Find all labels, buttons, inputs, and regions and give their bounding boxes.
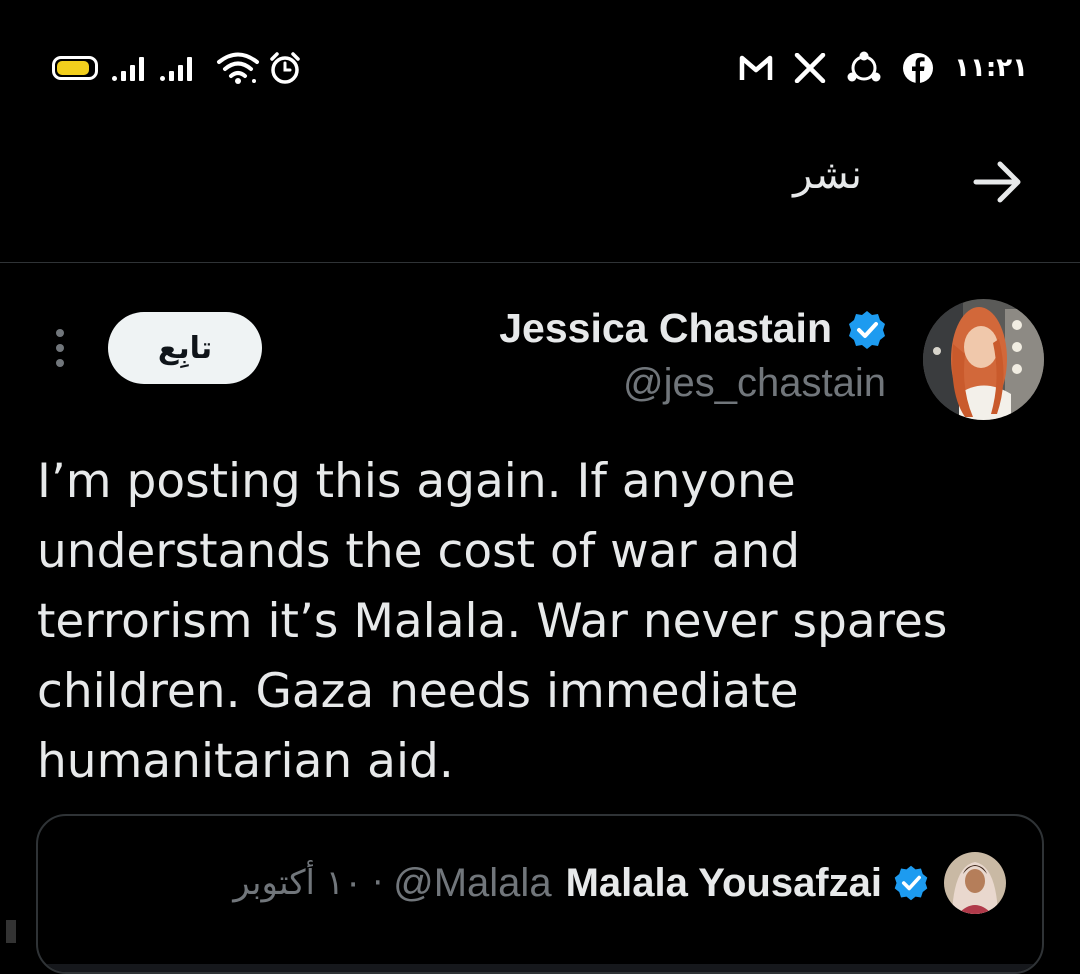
battery-fill: [57, 61, 90, 75]
follow-button[interactable]: تابِع: [108, 312, 262, 384]
author-handle[interactable]: @jes_chastain: [623, 361, 886, 406]
arrow-right-icon: [973, 161, 1021, 203]
page-title: نشر: [793, 152, 862, 198]
quoted-tweet-media-edge: [38, 964, 1042, 972]
tweet-text: I’m posting this again. If anyone unders…: [37, 454, 948, 789]
signal-icon: [112, 55, 148, 81]
quoted-tweet-author-name: Malala Yousafzai: [565, 860, 882, 905]
status-right: ١١:٢١: [738, 46, 1028, 90]
top-header: نشر: [0, 130, 1080, 263]
quoted-tweet-handle: @Malala: [393, 860, 552, 905]
status-time: ١١:٢١: [954, 53, 1028, 83]
back-button[interactable]: [968, 152, 1028, 212]
more-vertical-icon[interactable]: [46, 326, 74, 370]
quoted-tweet-separator: ·: [372, 863, 384, 903]
facebook-icon: [902, 52, 934, 84]
verified-badge-icon: [849, 311, 885, 349]
battery-icon: [52, 56, 98, 80]
status-left: [52, 48, 302, 88]
author-name[interactable]: Jessica Chastain: [499, 305, 832, 352]
quoted-tweet-avatar: [944, 852, 1006, 914]
x-icon: [794, 53, 826, 83]
quoted-tweet-date: ١٠ أكتوبر: [233, 863, 363, 903]
avatar[interactable]: [923, 299, 1044, 420]
wifi-icon: [216, 51, 260, 85]
status-bar: ١١:٢١: [0, 0, 1080, 130]
alarm-icon: [268, 51, 302, 85]
quoted-tweet-card[interactable]: ١٠ أكتوبر · @Malala Malala Yousafzai: [36, 814, 1044, 974]
share-icon: [846, 51, 882, 85]
gmail-icon: [738, 53, 774, 83]
signal-icon: [160, 55, 196, 81]
scroll-edge-indicator: [6, 920, 16, 943]
verified-badge-icon: [894, 865, 928, 901]
quoted-tweet-header: ١٠ أكتوبر · @Malala Malala Yousafzai: [233, 852, 1006, 914]
